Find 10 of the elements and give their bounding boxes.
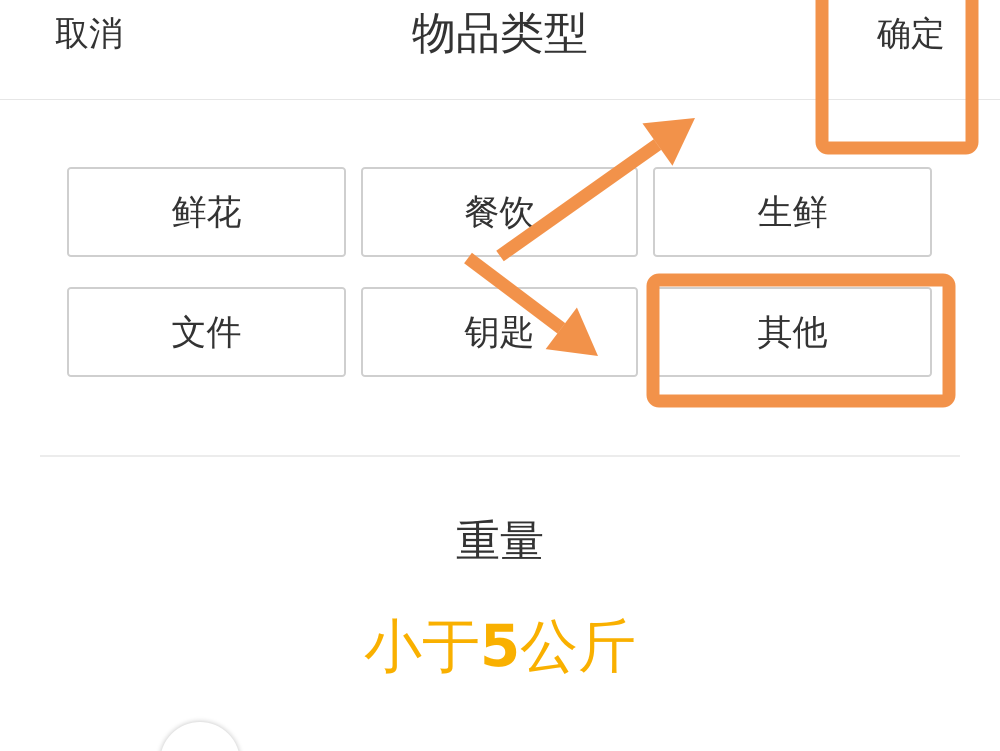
item-type-button[interactable]: 鲜花: [67, 167, 346, 257]
item-type-button[interactable]: 餐饮: [361, 167, 638, 257]
item-type-button[interactable]: 生鲜: [653, 167, 932, 257]
weight-value: 小于5公斤: [362, 611, 638, 682]
weight-label: 重量: [455, 515, 545, 569]
sheet-title: 物品类型: [412, 7, 588, 61]
confirm-button[interactable]: 确定: [877, 10, 945, 56]
item-type-button[interactable]: 文件: [67, 287, 346, 377]
cancel-button[interactable]: 取消: [55, 10, 123, 56]
item-type-button[interactable]: 钥匙: [361, 287, 638, 377]
